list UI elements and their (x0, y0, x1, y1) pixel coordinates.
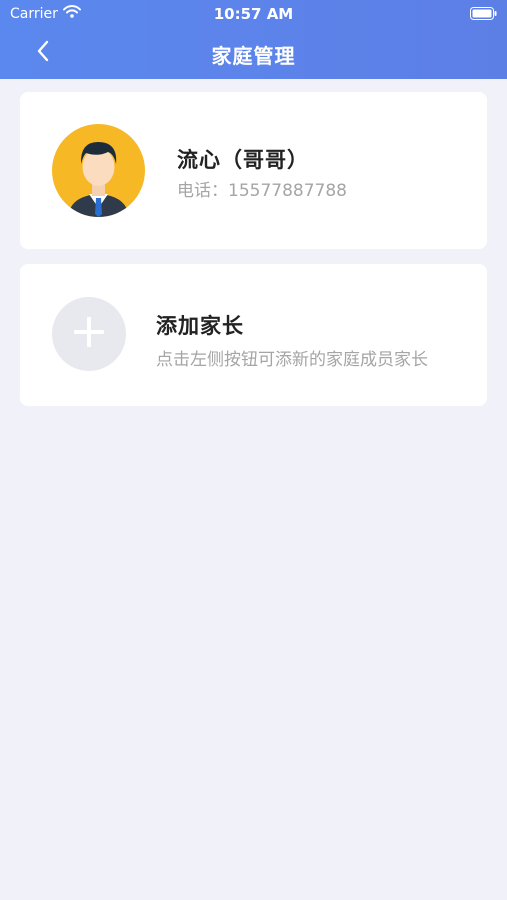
status-time: 10:57 AM (213, 5, 294, 23)
nav-bar: 家庭管理 (0, 28, 507, 79)
avatar-icon (52, 124, 145, 217)
add-parent-title: 添加家长 (156, 314, 244, 338)
status-bar: Carrier 10:57 AM (0, 0, 507, 28)
add-parent-button[interactable] (52, 297, 126, 371)
top-bar: Carrier 10:57 AM 家庭管理 (0, 0, 507, 79)
add-parent-card[interactable]: 添加家长 点击左侧按钮可添新的家庭成员家长 (20, 264, 487, 406)
member-name: 流心（哥哥） (177, 148, 309, 172)
page-title: 家庭管理 (211, 44, 296, 68)
member-phone: 电话：15577887788 (177, 181, 347, 201)
battery-icon (470, 7, 497, 24)
plus-icon (72, 315, 106, 353)
member-card[interactable]: 流心（哥哥） 电话：15577887788 (20, 92, 487, 249)
add-parent-description: 点击左侧按钮可添新的家庭成员家长 (156, 350, 428, 370)
